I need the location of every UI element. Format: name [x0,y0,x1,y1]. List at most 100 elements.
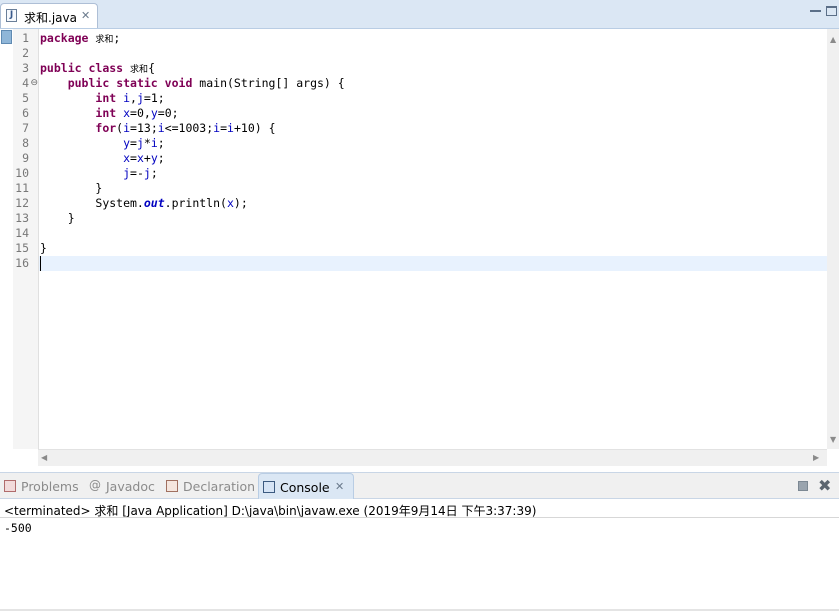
line-number: 1 [22,31,29,45]
code-variable: y [150,151,158,165]
line-number: 14 [15,226,29,240]
code-text: , [130,91,137,105]
code-line[interactable]: x=x+y; [40,151,165,166]
minimize-icon[interactable] [810,10,821,12]
code-text-area[interactable]: package 求和; public class 求和{ public stati… [39,29,827,449]
maximize-icon[interactable] [826,6,837,16]
scroll-left-arrow-icon[interactable]: ◀ [41,453,47,462]
line-number-ruler: 1 2 3 4 ⊖ 5 6 7 8 9 10 11 12 13 14 15 16 [13,29,39,449]
console-divider [0,517,839,518]
code-line[interactable]: } [40,181,102,196]
scroll-up-arrow-icon[interactable]: ▲ [830,35,836,44]
code-variable: x [123,106,131,120]
tab-javadoc[interactable]: @ Javadoc [85,473,161,499]
close-icon[interactable]: ✕ [335,480,344,493]
declaration-icon [166,480,178,492]
code-text: + [143,151,151,165]
tab-problems[interactable]: Problems [0,473,84,499]
console-output-text[interactable]: -500 [4,521,32,535]
line-number: 5 [22,91,29,105]
code-text: .println( [164,196,227,210]
code-text: } [67,211,75,225]
code-keyword: for [95,121,117,135]
fold-collapse-icon[interactable]: ⊖ [30,76,38,91]
remove-launch-icon[interactable]: ✖ [818,476,831,495]
terminate-icon[interactable] [798,481,808,491]
java-file-icon: J [6,9,17,22]
code-text: <=1003; [164,121,214,135]
code-text: ); [233,196,248,210]
code-text: ; [157,151,165,165]
tab-declaration[interactable]: Declaration [162,473,256,499]
close-icon[interactable]: ✕ [81,9,90,22]
code-line[interactable]: y=j*i; [40,136,165,151]
line-number: 15 [15,241,29,255]
code-line[interactable]: public static void main(String[] args) { [40,76,345,91]
code-variable: j [136,91,144,105]
code-text: System. [95,196,144,210]
scroll-down-arrow-icon[interactable]: ▼ [830,435,836,444]
code-line[interactable]: System.out.println(x); [40,196,248,211]
code-text: } [40,241,47,255]
editor-tab-qiuhe-java[interactable]: J 求和.java ✕ [0,3,98,28]
code-static-field: out [143,196,165,210]
code-editor[interactable]: 1 2 3 4 ⊖ 5 6 7 8 9 10 11 12 13 14 15 16 package 求和; publ… [0,29,839,466]
annotation-ruler [0,29,13,449]
vertical-scrollbar[interactable]: ▲ ▼ [827,29,839,449]
problems-icon [4,480,16,492]
code-text: =0, [130,106,151,120]
console-icon [263,481,275,493]
code-line[interactable]: int i,j=1; [40,91,165,106]
code-variable: i [227,121,234,135]
tab-console[interactable]: Console ✕ [258,473,354,499]
code-text: = [130,136,137,150]
code-variable: j [123,166,131,180]
code-keyword: static [116,76,158,90]
editor-tab-bar: J 求和.java ✕ [0,0,839,29]
line-number: 10 [15,166,29,180]
code-keyword: void [164,76,193,90]
panel-tab-bar: Problems @ Javadoc Declaration Console ✕ [0,472,839,499]
code-line[interactable]: } [40,211,75,226]
code-line[interactable]: package 求和; [40,31,120,48]
code-text: } [95,181,103,195]
scroll-right-arrow-icon[interactable]: ▶ [813,453,819,462]
editor-tab-label: 求和.java [24,11,77,25]
code-variable: x [123,151,131,165]
code-variable: y [150,106,158,120]
line-number: 4 [22,76,29,90]
horizontal-scrollbar[interactable]: ◀ ▶ [38,449,827,466]
code-variable: i [157,121,165,135]
code-text: =0; [157,106,179,120]
code-line[interactable]: j=-j; [40,166,158,181]
code-text: =- [130,166,144,180]
line-number: 7 [22,121,29,135]
line-number: 2 [22,46,29,60]
code-text: = [130,151,137,165]
code-variable: i [123,91,131,105]
code-text: =1; [143,91,165,105]
code-line[interactable]: } [40,241,47,256]
code-text: ; [150,166,158,180]
code-line[interactable]: for(i=13;i<=1003;i=i+10) { [40,121,275,136]
line-number: 12 [15,196,29,210]
code-text: =13; [130,121,158,135]
code-variable: y [123,136,131,150]
line-number: 13 [15,211,29,225]
code-variable: i [150,136,158,150]
bookmark-marker-icon[interactable] [1,30,12,44]
code-variable: x [226,196,234,210]
code-identifier: 求和 [130,65,149,75]
code-line[interactable]: int x=0,y=0; [40,106,179,121]
